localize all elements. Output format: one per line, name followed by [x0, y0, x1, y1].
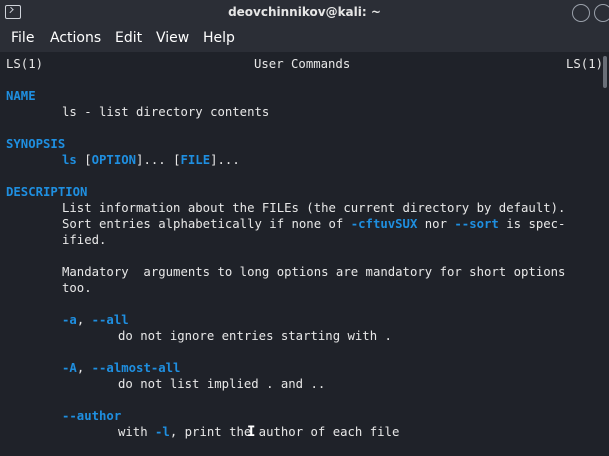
title-bar: deovchinnikov@kali: ~ — [0, 0, 609, 27]
synopsis-option: OPTION — [91, 153, 137, 167]
option-a-desc: do not ignore entries starting with . — [118, 329, 392, 343]
menu-file[interactable]: File — [11, 30, 34, 46]
synopsis-close2: ]... — [210, 153, 240, 167]
option-sep: , — [76, 361, 92, 375]
man-header-left: LS(1) — [6, 57, 44, 71]
mandatory-line-2: too. — [62, 281, 92, 295]
desc-text: is spec- — [498, 217, 566, 231]
desc-opt-sort: --sort — [454, 217, 499, 231]
desc-text: , print the author of each file — [169, 425, 400, 439]
menu-help[interactable]: Help — [203, 30, 235, 46]
section-description-heading: DESCRIPTION — [6, 185, 88, 199]
synopsis-cmd: ls — [62, 153, 77, 167]
menu-bar: File Actions Edit View Help — [0, 27, 609, 52]
desc-text: with — [118, 425, 156, 439]
desc-opt-cftuvsux: -cftuvSUX — [350, 217, 418, 231]
option-A-short: -A — [62, 361, 77, 375]
man-header-right: LS(1) — [566, 57, 604, 71]
synopsis-file: FILE — [180, 153, 211, 167]
option-A: -A, --almost-all — [62, 360, 180, 376]
desc-text: nor — [417, 217, 455, 231]
scrollbar-thumb[interactable] — [603, 56, 607, 88]
option-a-long: --all — [91, 313, 129, 327]
section-name-heading: NAME — [6, 89, 36, 103]
section-synopsis-heading: SYNOPSIS — [6, 137, 66, 151]
close-button[interactable] — [594, 4, 609, 22]
option-author: --author — [62, 409, 122, 423]
text-cursor-icon: I — [247, 424, 256, 440]
desc-text: Sort entries alphabetically if none of — [62, 217, 351, 231]
option-author-l: -l — [155, 425, 170, 439]
minimize-button[interactable] — [572, 4, 590, 22]
desc-line-3: ified. — [62, 233, 107, 247]
menu-edit[interactable]: Edit — [115, 30, 142, 46]
option-sep: , — [76, 313, 92, 327]
desc-line-2: Sort entries alphabetically if none of -… — [62, 216, 565, 232]
option-A-long: --almost-all — [91, 361, 181, 375]
synopsis-open1: [ — [84, 153, 92, 167]
option-a: -a, --all — [62, 312, 129, 328]
terminal-output[interactable]: LS(1) User Commands LS(1) NAME ls - list… — [0, 52, 609, 456]
menu-actions[interactable]: Actions — [50, 30, 101, 46]
man-header-center: User Commands — [254, 57, 351, 71]
synopsis-line: ls [OPTION]... [FILE]... — [62, 152, 240, 168]
scrollbar[interactable] — [601, 52, 609, 456]
mandatory-line-1: Mandatory arguments to long options are … — [62, 265, 566, 279]
option-author-desc: with -l, print the author of each file — [118, 424, 399, 440]
desc-line-1: List information about the FILEs (the cu… — [62, 201, 566, 215]
synopsis-close1: ]... — [136, 153, 166, 167]
window-title: deovchinnikov@kali: ~ — [228, 5, 381, 19]
option-A-desc: do not list implied . and .. — [118, 377, 326, 391]
menu-view[interactable]: View — [156, 30, 189, 46]
name-text: ls - list directory contents — [62, 105, 270, 119]
option-a-short: -a — [62, 313, 77, 327]
